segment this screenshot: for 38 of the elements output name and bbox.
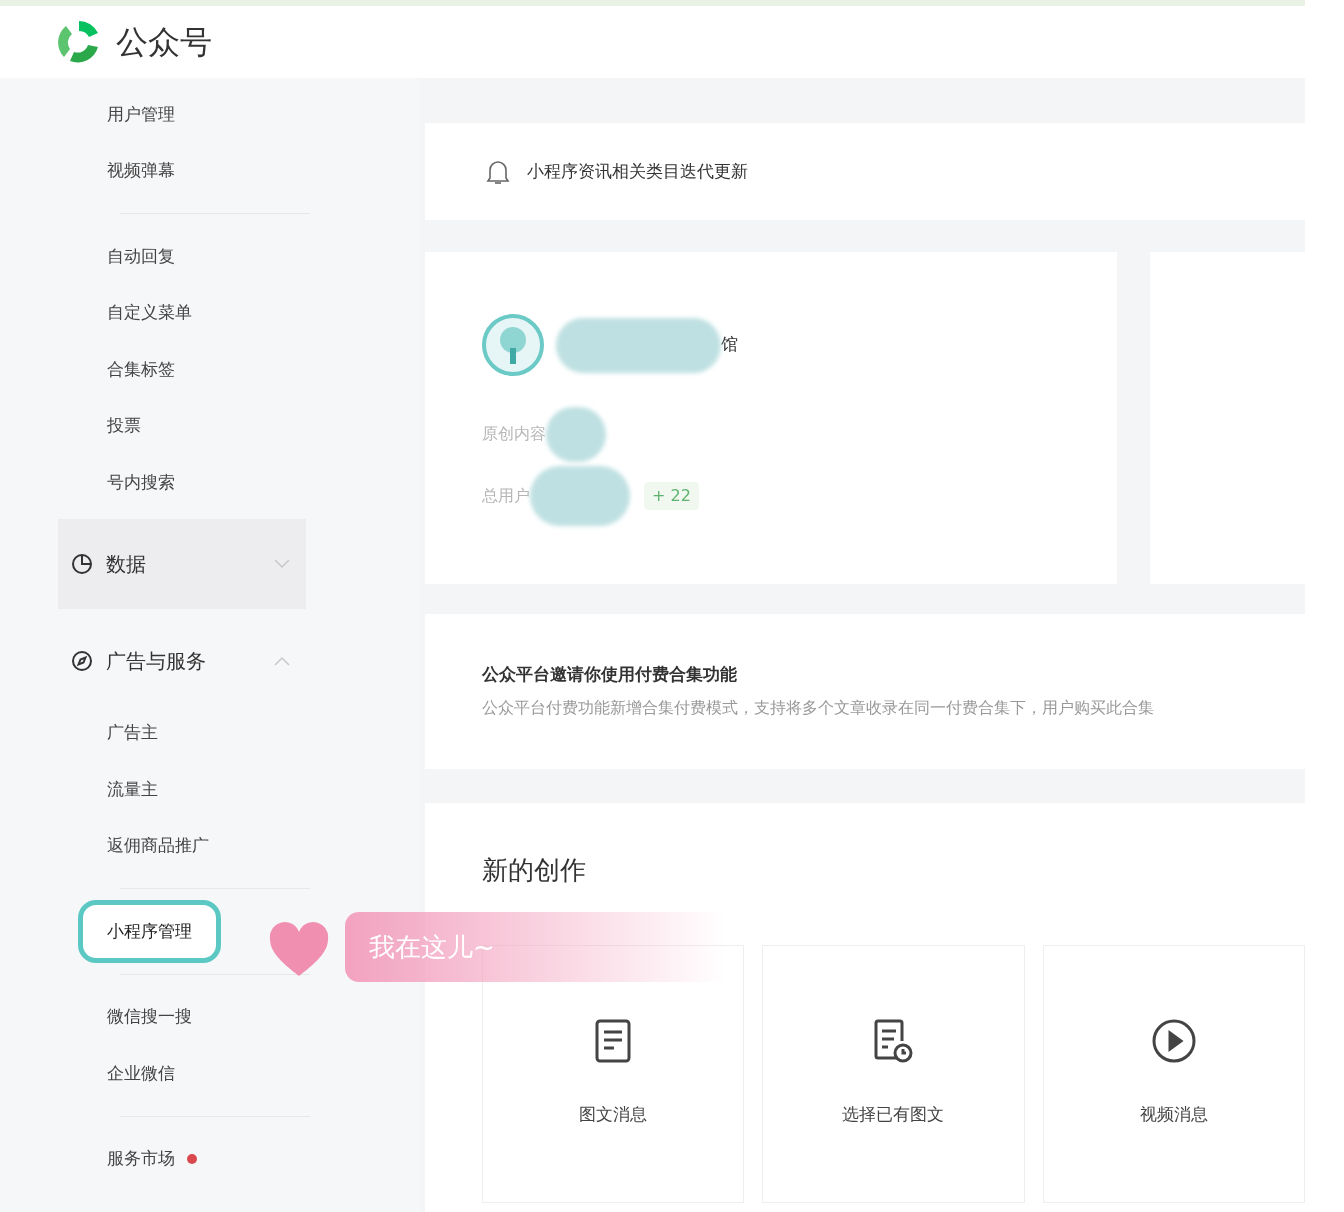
- menu-item[interactable]: 视频弹幕: [107, 158, 175, 184]
- delta-badge: + 22: [644, 482, 699, 510]
- menu-group-header[interactable]: 数据: [58, 518, 306, 609]
- chevron-up-icon: [274, 655, 290, 666]
- menu-item[interactable]: 广告主: [107, 720, 158, 746]
- menu-item[interactable]: 服务市场: [107, 1146, 175, 1172]
- menu-item[interactable]: 投票: [107, 413, 141, 439]
- create-tile[interactable]: 视频消息: [1042, 945, 1305, 1203]
- pie-chart-icon: [70, 551, 94, 576]
- document-icon: [594, 1018, 633, 1064]
- create-tile[interactable]: 选择已有图文: [762, 945, 1025, 1203]
- chevron-down-icon: [274, 558, 290, 569]
- menu-item[interactable]: 自动回复: [107, 243, 175, 269]
- menu-item[interactable]: 返佣商品推广: [107, 833, 209, 859]
- menu-group-header[interactable]: 广告与服务: [58, 616, 306, 705]
- compass-icon: [70, 648, 94, 673]
- promo-card[interactable]: 公众平台邀请你使用付费合集功能 公众平台付费功能新增合集付费模式，支持将多个文章收录在同一付费合集下，用户购买此合集: [425, 614, 1305, 769]
- menu-item[interactable]: 企业微信: [107, 1060, 175, 1086]
- promo-title: 公众平台邀请你使用付费合集功能: [482, 663, 738, 686]
- notice-text[interactable]: 小程序资讯相关类目迭代更新: [527, 158, 748, 185]
- menu-item[interactable]: 小程序管理: [78, 899, 221, 963]
- menu-item[interactable]: 流量主: [107, 776, 158, 802]
- heart-icon: [268, 922, 330, 978]
- menu-item[interactable]: 自定义菜单: [107, 300, 192, 326]
- app-title: 公众号: [116, 22, 212, 63]
- account-name: 馆: [721, 333, 738, 357]
- menu-item[interactable]: 用户管理: [107, 101, 175, 127]
- menu-item[interactable]: 微信搜一搜: [107, 1004, 192, 1030]
- play-circle-icon: [1150, 1018, 1197, 1064]
- stat-label: 原创内容: [482, 423, 546, 445]
- menu-item[interactable]: 号内搜索: [107, 469, 175, 495]
- section-title: 新的创作: [482, 854, 587, 887]
- stat-label: 总用户: [482, 485, 530, 507]
- menu-item[interactable]: 合集标签: [107, 356, 175, 382]
- redaction-blur: [546, 406, 606, 462]
- promo-description: 公众平台付费功能新增合集付费模式，支持将多个文章收录在同一付费合集下，用户购买此合集: [482, 696, 1155, 719]
- avatar: [482, 314, 544, 376]
- document-clock-icon: [873, 1018, 914, 1064]
